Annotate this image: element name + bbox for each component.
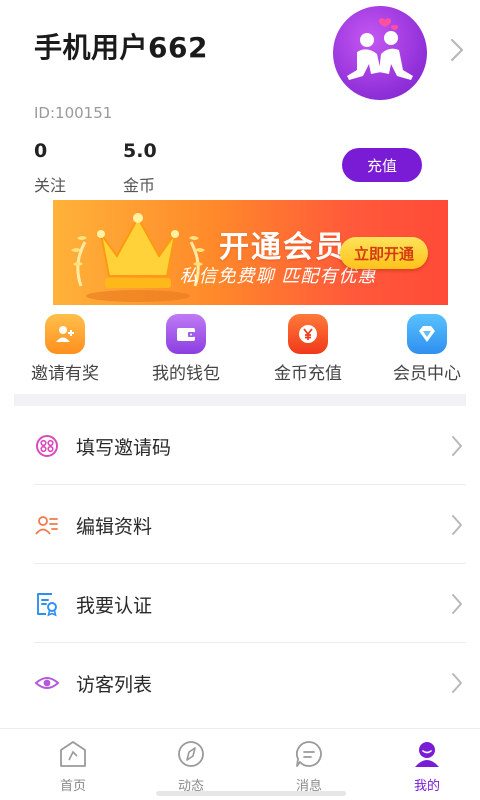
vip-banner[interactable]: 开通会员 私信免费聊 匹配有优惠 立即开通 xyxy=(53,200,448,305)
menu-label-edit-profile: 编辑资料 xyxy=(76,516,153,538)
menu-label-invite-code: 填写邀请码 xyxy=(76,437,172,459)
tab-home[interactable]: 首页 xyxy=(13,729,133,800)
following-count[interactable]: 0 xyxy=(34,140,47,162)
bottom-tab-bar: 首页 动态 消息 我的 xyxy=(0,728,480,800)
home-icon xyxy=(60,741,86,767)
visitor-eye-icon xyxy=(34,677,60,689)
home-indicator xyxy=(156,791,346,796)
message-icon xyxy=(296,741,322,767)
quick-vip-label: 会员中心 xyxy=(393,364,461,384)
menu-label-visitors: 访客列表 xyxy=(76,674,153,696)
invite-code-icon xyxy=(36,435,58,457)
menu-label-verify: 我要认证 xyxy=(76,595,153,617)
crown-icon xyxy=(71,213,205,302)
menu-item-invite-code[interactable]: 填写邀请码 xyxy=(0,406,480,485)
quick-wallet-label: 我的钱包 xyxy=(152,364,220,384)
open-vip-button[interactable]: 立即开通 xyxy=(340,237,428,269)
coins-count[interactable]: 5.0 xyxy=(123,140,157,162)
user-id: ID:100151 xyxy=(34,104,113,122)
tab-home-label: 首页 xyxy=(59,779,86,794)
tab-mine[interactable]: 我的 xyxy=(367,729,480,800)
chevron-right-icon xyxy=(452,673,462,693)
quick-vip-center[interactable]: 会员中心 xyxy=(367,310,480,390)
invite-user-icon xyxy=(45,314,85,354)
chevron-right-icon xyxy=(452,515,462,535)
compass-icon xyxy=(178,741,204,767)
verify-document-icon xyxy=(37,593,57,617)
quick-wallet[interactable]: 我的钱包 xyxy=(126,310,246,390)
chevron-right-icon xyxy=(452,594,462,614)
quick-coin-recharge[interactable]: 金币充值 xyxy=(248,310,368,390)
coins-label[interactable]: 金币 xyxy=(123,172,155,196)
profile-icon xyxy=(415,742,439,767)
edit-profile-icon xyxy=(35,516,58,535)
section-divider xyxy=(14,394,466,406)
diamond-icon xyxy=(407,314,447,354)
username: 手机用户662 xyxy=(34,31,208,64)
profile-header: 手机用户662 ID:100151 0 关注 5.0 金币 充值 xyxy=(0,0,480,200)
quick-invite-reward[interactable]: 邀请有奖 xyxy=(5,310,125,390)
coin-yen-icon xyxy=(288,314,328,354)
tab-messages[interactable]: 消息 xyxy=(249,729,369,800)
menu-item-verify[interactable]: 我要认证 xyxy=(0,564,480,643)
chevron-right-icon[interactable] xyxy=(450,38,464,62)
recharge-button[interactable]: 充值 xyxy=(342,148,422,182)
chevron-right-icon xyxy=(452,436,462,456)
menu-item-visitors[interactable]: 访客列表 xyxy=(0,643,480,722)
wallet-icon xyxy=(166,314,206,354)
following-label[interactable]: 关注 xyxy=(34,172,66,196)
tab-mine-label: 我的 xyxy=(413,779,440,794)
menu-item-edit-profile[interactable]: 编辑资料 xyxy=(0,485,480,564)
quick-coin-label: 金币充值 xyxy=(274,364,342,384)
quick-actions: 邀请有奖 我的钱包 金币充值 会员中心 xyxy=(0,310,480,390)
couple-silhouette-icon xyxy=(347,18,413,80)
quick-invite-label: 邀请有奖 xyxy=(31,364,99,384)
avatar[interactable] xyxy=(333,6,427,100)
tab-moments[interactable]: 动态 xyxy=(131,729,251,800)
